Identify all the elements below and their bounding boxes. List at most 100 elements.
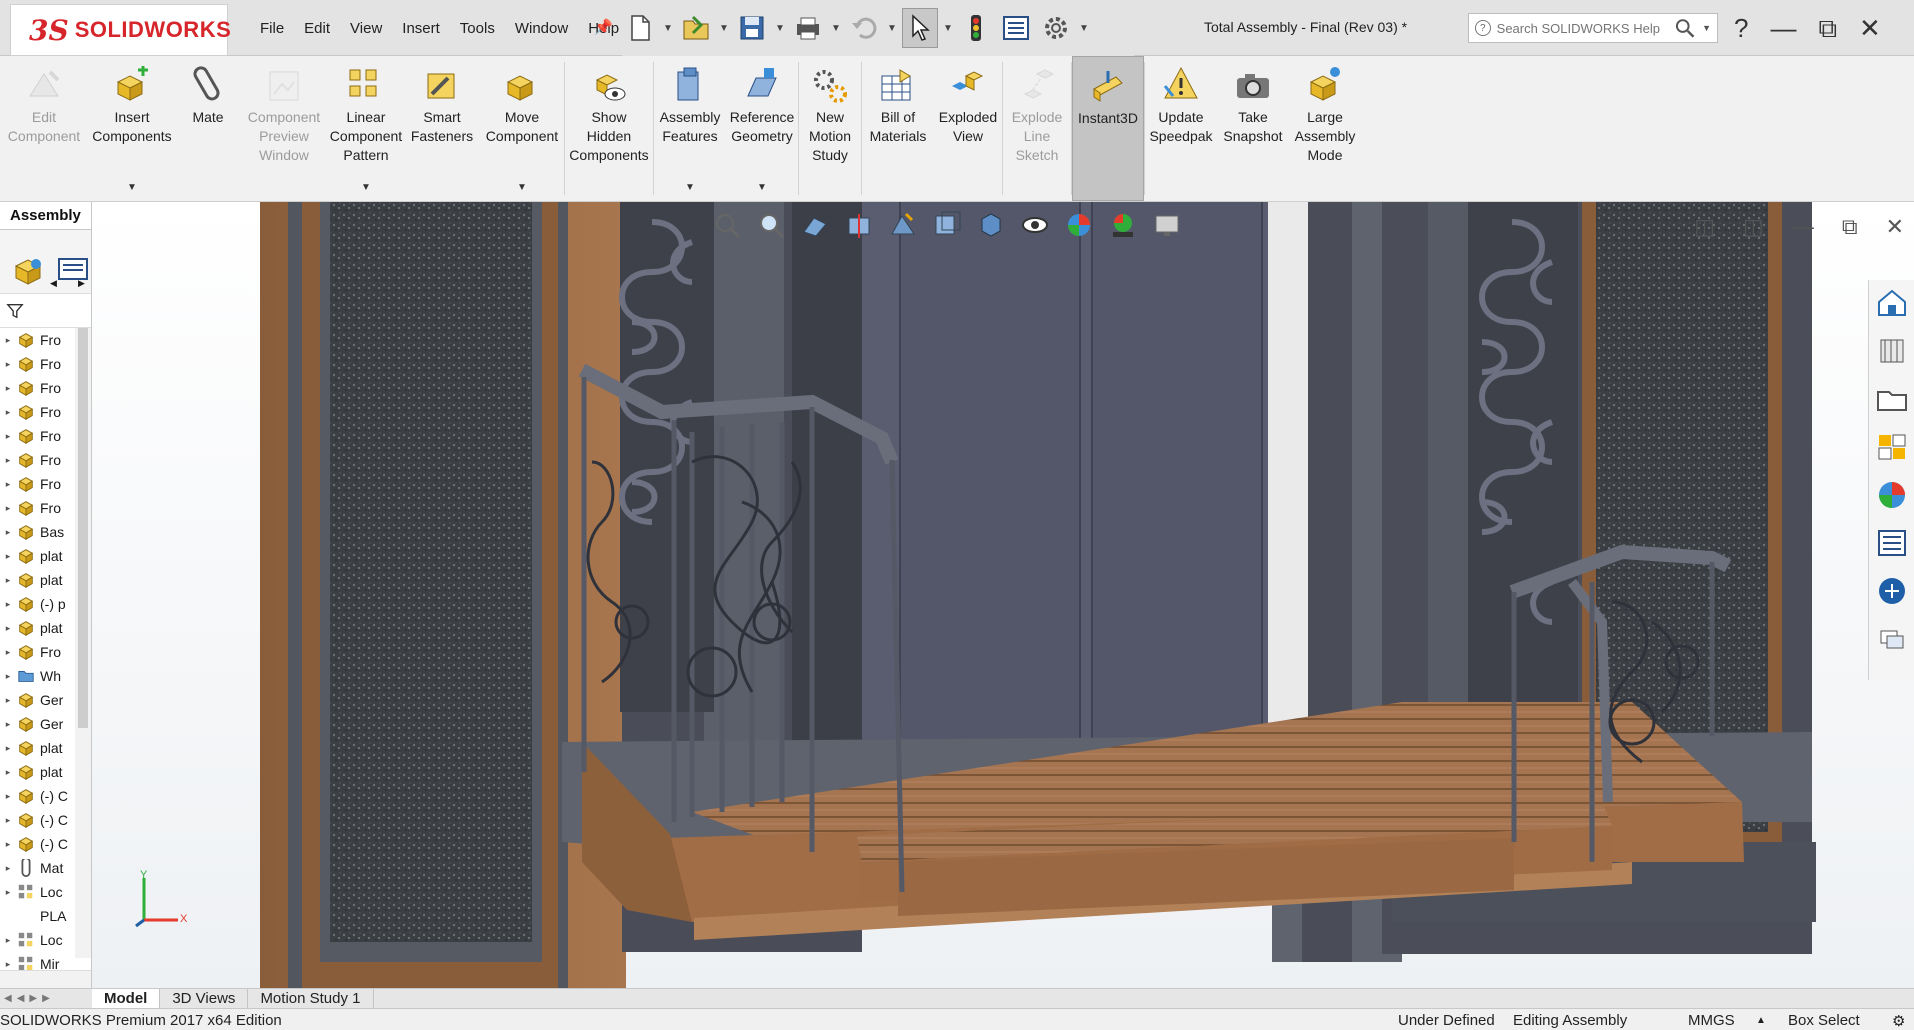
assembly-model[interactable] xyxy=(92,202,1914,988)
open-dropdown[interactable]: ▼ xyxy=(718,23,730,34)
ribbon-button-smart-fasteners[interactable]: Smart Fasteners xyxy=(404,56,480,201)
split-view-icon[interactable]: ◫ xyxy=(1694,214,1715,240)
ribbon-button-insert-components[interactable]: Insert Components ▼ xyxy=(88,56,176,201)
selection-mode-status[interactable]: Box Select xyxy=(1788,1012,1860,1029)
viewport-layout-icon[interactable]: ◫ xyxy=(1743,214,1764,240)
expand-icon[interactable]: ▸ xyxy=(0,839,16,850)
ribbon-button-show-hidden[interactable]: Show Hidden Components xyxy=(565,56,653,201)
expand-icon[interactable]: ▸ xyxy=(0,431,16,442)
open-button[interactable] xyxy=(678,8,714,48)
tab-motion-study[interactable]: Motion Study 1 xyxy=(248,988,374,1009)
expand-icon[interactable]: ▸ xyxy=(0,791,16,802)
ribbon-button-explode-line[interactable]: Explode Line Sketch xyxy=(1003,56,1071,201)
menu-insert[interactable]: Insert xyxy=(392,20,450,37)
ribbon-button-move-component[interactable]: Move Component ▼ xyxy=(480,56,564,201)
hide-show-items-icon[interactable] xyxy=(1020,210,1050,240)
units-up-icon[interactable]: ▲ xyxy=(1756,1015,1766,1026)
solidworks-logo[interactable]: 3S SOLIDWORKS xyxy=(10,4,231,56)
expand-icon[interactable]: ▸ xyxy=(0,575,16,586)
chevron-down-icon[interactable]: ▼ xyxy=(127,178,137,197)
zoom-to-fit-icon[interactable] xyxy=(712,210,742,240)
viewport-close-icon[interactable]: ✕ xyxy=(1886,214,1904,240)
expand-icon[interactable]: ▸ xyxy=(0,887,16,898)
expand-icon[interactable]: ▸ xyxy=(0,383,16,394)
expand-icon[interactable]: ▸ xyxy=(0,455,16,466)
viewport-restore-icon[interactable]: ⧉ xyxy=(1842,214,1858,240)
expand-icon[interactable]: ▸ xyxy=(0,695,16,706)
expand-icon[interactable]: ▸ xyxy=(0,335,16,346)
expand-icon[interactable]: ▸ xyxy=(0,959,16,970)
feature-manager-tab-icon[interactable] xyxy=(12,254,46,288)
new-dropdown[interactable]: ▼ xyxy=(662,23,674,34)
graphics-area[interactable]: ◫ ◫ — ⧉ ✕ Y X xyxy=(92,202,1914,988)
undo-dropdown[interactable]: ▼ xyxy=(886,23,898,34)
tree-vertical-scrollbar[interactable] xyxy=(75,328,91,958)
tab-assembly[interactable]: Assembly xyxy=(0,202,92,229)
print-button[interactable] xyxy=(790,8,826,48)
ribbon-button-mate[interactable]: Mate xyxy=(176,56,240,201)
expand-icon[interactable]: ▸ xyxy=(0,767,16,778)
scrollbar-thumb[interactable] xyxy=(78,328,88,728)
design-library-icon[interactable] xyxy=(1875,334,1909,368)
view-palette-icon[interactable] xyxy=(1875,430,1909,464)
ribbon-button-snapshot[interactable]: Take Snapshot xyxy=(1217,56,1289,201)
undo-button[interactable] xyxy=(846,8,882,48)
print-dropdown[interactable]: ▼ xyxy=(830,23,842,34)
expand-icon[interactable]: ▸ xyxy=(0,359,16,370)
file-properties-button[interactable] xyxy=(998,8,1034,48)
tree-filter[interactable] xyxy=(0,294,91,328)
expand-icon[interactable]: ▸ xyxy=(0,935,16,946)
expand-icon[interactable]: ▸ xyxy=(0,719,16,730)
solidworks-resources-icon[interactable] xyxy=(1875,286,1909,320)
view-settings-icon[interactable] xyxy=(1152,210,1182,240)
expand-icon[interactable]: ▸ xyxy=(0,671,16,682)
edit-appearance-icon[interactable] xyxy=(1064,210,1094,240)
tab-3d-views[interactable]: 3D Views xyxy=(160,988,249,1009)
menu-tools[interactable]: Tools xyxy=(450,20,505,37)
ribbon-button-bom[interactable]: Bill of Materials xyxy=(862,56,934,201)
ribbon-button-component-preview[interactable]: Component Preview Window xyxy=(240,56,328,201)
help-icon[interactable]: ? xyxy=(1734,15,1748,41)
ribbon-button-large-assembly[interactable]: Large Assembly Mode xyxy=(1289,56,1361,201)
tree-horizontal-scrollbar[interactable] xyxy=(0,970,91,990)
expand-icon[interactable]: ▸ xyxy=(0,503,16,514)
chevron-down-icon[interactable]: ▼ xyxy=(517,178,527,197)
minimize-icon[interactable]: — xyxy=(1770,15,1796,41)
ribbon-button-instant3d[interactable]: Instant3D xyxy=(1072,56,1144,201)
menu-edit[interactable]: Edit xyxy=(294,20,340,37)
messages-icon[interactable] xyxy=(1875,622,1909,656)
ribbon-button-exploded-view[interactable]: Exploded View xyxy=(934,56,1002,201)
expand-icon[interactable]: ▸ xyxy=(0,527,16,538)
panel-tab-left-icon[interactable]: ◀ xyxy=(50,278,57,289)
options-button[interactable] xyxy=(1038,8,1074,48)
appearances-scenes-icon[interactable] xyxy=(1875,478,1909,512)
view-orientation-icon[interactable] xyxy=(932,210,962,240)
expand-icon[interactable]: ▸ xyxy=(0,815,16,826)
ribbon-button-linear-pattern[interactable]: Linear Component Pattern ▼ xyxy=(328,56,404,201)
select-button[interactable] xyxy=(902,8,938,48)
expand-icon[interactable]: ▸ xyxy=(0,551,16,562)
search-icon[interactable] xyxy=(1673,16,1696,40)
chevron-down-icon[interactable]: ▼ xyxy=(685,178,695,197)
close-icon[interactable]: ✕ xyxy=(1859,15,1881,41)
save-button[interactable] xyxy=(734,8,770,48)
section-view-icon[interactable] xyxy=(844,210,874,240)
expand-icon[interactable]: ▸ xyxy=(0,407,16,418)
chevron-down-icon[interactable]: ▼ xyxy=(361,178,371,197)
select-dropdown[interactable]: ▼ xyxy=(942,23,954,34)
save-dropdown[interactable]: ▼ xyxy=(774,23,786,34)
display-style-icon[interactable] xyxy=(976,210,1006,240)
dynamic-annotation-icon[interactable] xyxy=(888,210,918,240)
menu-window[interactable]: Window xyxy=(505,20,578,37)
menu-file[interactable]: File xyxy=(250,20,294,37)
zoom-to-area-icon[interactable] xyxy=(756,210,786,240)
units-status[interactable]: MMGS xyxy=(1688,1012,1735,1029)
search-input[interactable] xyxy=(1496,20,1667,36)
search-dropdown-icon[interactable]: ▼ xyxy=(1702,23,1711,33)
restore-icon[interactable]: ⧉ xyxy=(1818,15,1837,41)
property-manager-tab-icon[interactable] xyxy=(58,258,88,280)
ribbon-button-edit-component[interactable]: Edit Component xyxy=(0,56,88,201)
ribbon-button-speedpak[interactable]: Update Speedpak xyxy=(1145,56,1217,201)
chevron-down-icon[interactable]: ▼ xyxy=(757,178,767,197)
ribbon-button-motion-study[interactable]: New Motion Study xyxy=(799,56,861,201)
